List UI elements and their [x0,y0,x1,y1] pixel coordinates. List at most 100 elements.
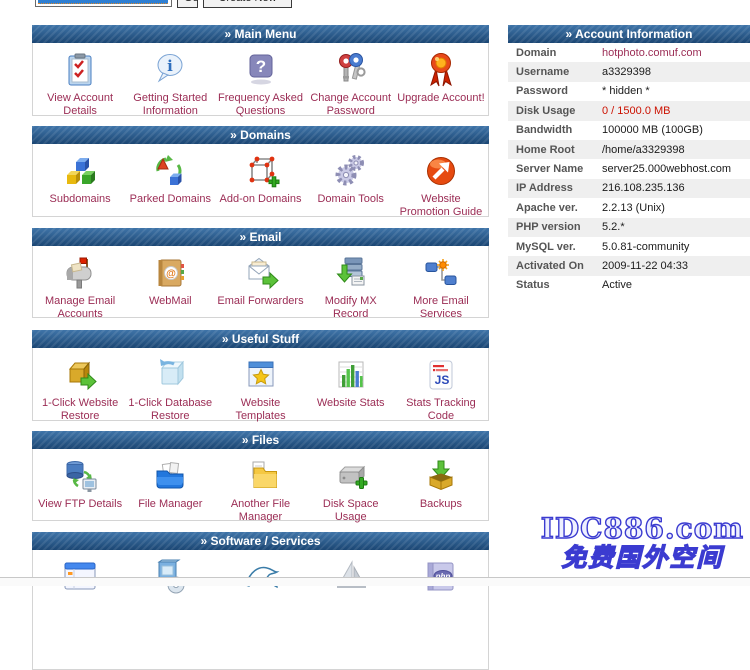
menu-item-useful-stuff-0[interactable]: 1-Click Website Restore [35,355,125,423]
more-email-icon [421,253,461,293]
addon-domains-icon [241,151,281,191]
section-header-files: » Files [32,431,489,449]
watermark: IDC886.com 免费国外空间 [541,514,744,572]
svg-text:i: i [167,57,173,75]
account-info-row: Password* hidden * [508,82,750,101]
ftp-details-icon [60,456,100,496]
menu-item-main-menu-4[interactable]: Upgrade Account! [396,50,486,105]
account-info-value: 5.2.* [602,221,625,233]
menu-item-domains-1[interactable]: Parked Domains [125,151,215,206]
section-header-email: » Email [32,228,489,246]
menu-item-domains-2[interactable]: Add-on Domains [215,151,305,206]
menu-item-files-4[interactable]: Backups [396,456,486,511]
menu-item-label: Website Stats [317,397,385,410]
menu-item-email-4[interactable]: More Email Services [396,253,486,321]
menu-item-main-menu-0[interactable]: View Account Details [35,50,125,118]
menu-item-label: Website Templates [215,397,305,423]
js-code-icon: JS [421,355,461,395]
menu-item-label: Backups [420,498,462,511]
account-info-value: * hidden * [602,85,650,97]
templates-icon [241,355,281,395]
go-button[interactable]: Go [177,0,198,8]
menu-item-useful-stuff-2[interactable]: Website Templates [215,355,305,423]
svg-text:?: ? [255,57,265,76]
menu-item-useful-stuff-3[interactable]: Website Stats [306,355,396,410]
account-info-label: Bandwidth [508,124,602,136]
menu-item-label: Manage Email Accounts [35,295,125,321]
account-info-value: a3329398 [602,66,651,78]
section-body-email: Manage Email Accounts@WebMailEmail Forwa… [32,246,489,318]
menu-item-domains-0[interactable]: Subdomains [35,151,125,206]
account-info-row: Usernamea3329398 [508,62,750,81]
account-info-row: Home Root/home/a3329398 [508,140,750,159]
section-header-software-services: » Software / Services [32,532,489,550]
menu-item-email-0[interactable]: Manage Email Accounts [35,253,125,321]
create-new-button[interactable]: Create New [203,0,292,8]
menu-item-email-3[interactable]: Modify MX Record [306,253,396,321]
faq-icon: ? [241,50,281,90]
menu-item-label: Subdomains [50,193,111,206]
menu-item-label: Domain Tools [317,193,383,206]
menu-item-main-menu-3[interactable]: Change Account Password [306,50,396,118]
menu-item-files-0[interactable]: View FTP Details [35,456,125,511]
menu-item-label: Email Forwarders [217,295,303,308]
menu-item-email-2[interactable]: Email Forwarders [215,253,305,308]
account-info-label: Apache ver. [508,202,602,214]
account-info-value: 216.108.235.136 [602,182,685,194]
section-files: » Files View FTP Details File Manager Anoth… [32,431,489,521]
account-info-value: 0 / 1500.0 MB [602,105,671,117]
upgrade-ribbon-icon [421,50,461,90]
menu-item-useful-stuff-1[interactable]: 1-Click Database Restore [125,355,215,423]
email-forward-icon [241,253,281,293]
menu-item-label: 1-Click Database Restore [125,397,215,423]
menu-item-label: More Email Services [396,295,486,321]
account-info-value: server25.000webhost.com [602,163,731,175]
menu-item-label: Add-on Domains [220,193,302,206]
menu-item-label: Disk Space Usage [306,498,396,524]
subdomains-cubes-icon [60,151,100,191]
database-restore-icon [150,355,190,395]
section-header-domains: » Domains [32,126,489,144]
account-info-value[interactable]: hotphoto.comuf.com [602,47,702,59]
menu-item-label: Getting Started Information [125,92,215,118]
watermark-site-name: IDC886.com [541,514,744,544]
menu-item-files-1[interactable]: File Manager [125,456,215,511]
menu-item-main-menu-2[interactable]: ?Frequency Asked Questions [215,50,305,118]
account-info-value: 5.0.81-community [602,241,689,253]
account-info-value: 2.2.13 (Unix) [602,202,665,214]
password-keys-icon [331,50,371,90]
mailbox-icon [60,253,100,293]
website-restore-icon [60,355,100,395]
account-info-label: Activated On [508,260,602,272]
account-info-label: Disk Usage [508,105,602,117]
section-header-main-menu: » Main Menu [32,25,489,43]
backups-icon [421,456,461,496]
account-info-row: Disk Usage0 / 1500.0 MB [508,101,750,120]
account-info-label: PHP version [508,221,602,233]
section-body-domains: Subdomains Parked Domains Add-on Domains Do… [32,144,489,217]
svg-text:@: @ [166,269,176,280]
menu-item-files-2[interactable]: Another File Manager [215,456,305,524]
account-info-label: MySQL ver. [508,241,602,253]
account-info-row: IP Address216.108.235.136 [508,179,750,198]
menu-item-label: File Manager [138,498,202,511]
account-info-label: Password [508,85,602,97]
menu-item-label: View Account Details [35,92,125,118]
menu-item-files-3[interactable]: Disk Space Usage [306,456,396,524]
account-info-table: Domainhotphoto.comuf.comUsernamea3329398… [508,43,750,295]
account-info-row: Server Nameserver25.000webhost.com [508,159,750,178]
menu-item-main-menu-1[interactable]: i Getting Started Information [125,50,215,118]
account-info-value: Active [602,279,632,291]
account-info-label: Home Root [508,144,602,156]
account-info-value: 2009-11-22 04:33 [602,260,688,272]
account-info-label: Status [508,279,602,291]
menu-item-label: Website Promotion Guide [396,193,486,219]
menu-item-useful-stuff-4[interactable]: JSStats Tracking Code [396,355,486,423]
menu-item-email-1[interactable]: @WebMail [125,253,215,308]
menu-item-domains-4[interactable]: Website Promotion Guide [396,151,486,219]
domain-input[interactable] [35,0,172,7]
menu-item-label: Change Account Password [306,92,396,118]
menu-item-label: Another File Manager [215,498,305,524]
menu-item-domains-3[interactable]: Domain Tools [306,151,396,206]
section-useful-stuff: » Useful Stuff1-Click Website Restore1-C… [32,330,489,421]
